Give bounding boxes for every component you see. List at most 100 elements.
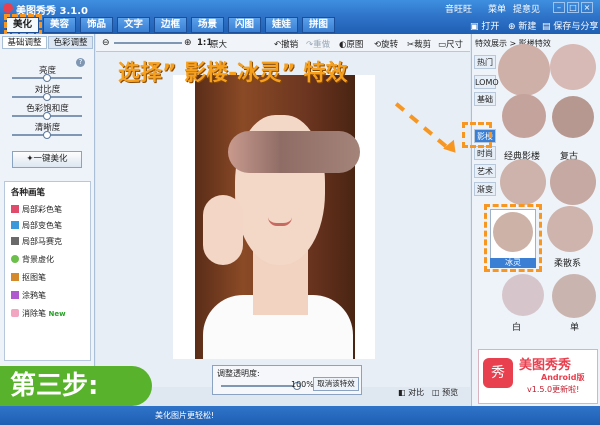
cancel-effect-button[interactable]: 取消该特效: [313, 377, 359, 391]
tab-doll[interactable]: 娃娃: [265, 17, 298, 33]
subtab-color[interactable]: 色彩调整: [48, 36, 93, 49]
undo-button[interactable]: ↶撤销: [274, 38, 298, 50]
tab-scene[interactable]: 场景: [191, 17, 224, 33]
category-art[interactable]: 艺术: [474, 164, 496, 178]
ad-subtitle: Android版: [541, 373, 585, 382]
account-link[interactable]: 音旺旺: [445, 2, 472, 15]
zoom-slider[interactable]: [114, 42, 182, 44]
brush-item[interactable]: 背景虚化: [11, 254, 54, 265]
status-tip: 美化图片更轻松!: [155, 411, 215, 420]
tab-beauty[interactable]: 美容: [43, 17, 76, 33]
category-gradient[interactable]: 渐变: [474, 182, 496, 196]
category-fashion[interactable]: 时尚: [474, 146, 496, 160]
compare-button[interactable]: ◧ 对比: [398, 387, 424, 398]
tab-collage[interactable]: 拼图: [302, 17, 335, 33]
preview-label: 预览: [442, 388, 459, 397]
effect-thumb: [493, 212, 533, 252]
resize-icon: ▭: [438, 40, 447, 50]
brush-label: 局部变色笔: [22, 221, 62, 230]
effect-thumb[interactable]: [552, 96, 594, 138]
opacity-slider[interactable]: [221, 382, 301, 390]
tab-text[interactable]: 文字: [117, 17, 150, 33]
size-button[interactable]: ▭尺寸: [438, 38, 463, 50]
close-icon[interactable]: ×: [581, 2, 593, 13]
original-size-button[interactable]: 原大: [210, 38, 227, 50]
category-lomo[interactable]: LOMO: [474, 75, 499, 89]
opacity-panel: 调整透明度: 100% 取消该特效: [212, 365, 362, 395]
slider-knob[interactable]: [43, 131, 51, 139]
opacity-label: 调整透明度:: [217, 369, 260, 378]
new-badge: New: [48, 310, 66, 318]
redo-button[interactable]: ↷重做: [306, 38, 330, 50]
info-icon[interactable]: ?: [76, 58, 85, 67]
edited-photo: [173, 75, 375, 359]
effect-thumb[interactable]: [500, 159, 546, 205]
eraser-icon: [11, 309, 19, 317]
preview-button[interactable]: ◫ 预览: [432, 387, 458, 398]
size-label: 尺寸: [446, 40, 464, 50]
brush-item[interactable]: 消除笔 New: [11, 308, 66, 319]
effect-label-ice: 冰灵: [490, 258, 536, 268]
rotate-button[interactable]: ⟲旋转: [374, 38, 398, 50]
subtab-basic[interactable]: 基础调整: [2, 36, 47, 49]
saturation-slider[interactable]: [12, 112, 82, 120]
doodle-pen-icon: [11, 291, 19, 299]
step-banner: 第三步:: [0, 366, 152, 406]
brush-item[interactable]: 局部马赛克: [11, 236, 62, 247]
brush-label: 涂鸦笔: [22, 291, 46, 300]
contrast-slider[interactable]: [12, 93, 82, 101]
effect-thumb[interactable]: [552, 274, 596, 318]
brush-label: 背景虚化: [22, 255, 54, 264]
main-tab-bar: 美化 美容 饰品 文字 边框 场景 闪图 娃娃 拼图 ▣ 打开 ⊕ 新建 ▤ 保…: [0, 16, 600, 34]
slider-knob[interactable]: [43, 74, 51, 82]
effect-thumb[interactable]: [502, 274, 544, 316]
brush-item[interactable]: 局部彩色笔: [11, 204, 62, 215]
brightness-slider[interactable]: [12, 74, 82, 82]
slider-knob[interactable]: [43, 93, 51, 101]
open-label: 打开: [481, 22, 500, 32]
minimize-icon[interactable]: –: [553, 2, 565, 13]
category-basic[interactable]: 基础: [474, 92, 496, 106]
effects-panel: 特效展示 > 影楼特效 热门 LOMO 基础 影楼 时尚 艺术 渐变 经典影楼 …: [471, 34, 600, 406]
menu-button[interactable]: 菜单: [488, 2, 506, 15]
brush-list: 各种画笔 局部彩色笔 局部变色笔 局部马赛克 背景虚化 抠图笔 涂鸦笔 消除笔 …: [4, 181, 91, 361]
effect-thumb[interactable]: [547, 206, 593, 252]
tab-accessories[interactable]: 饰品: [80, 17, 113, 33]
android-ad-banner[interactable]: 秀 美图秀秀 Android版 v1.5.0更新啦!: [478, 349, 598, 404]
title-bar: 美图秀秀 3.1.0 音旺旺 菜单 提意见 – □ ×: [0, 0, 600, 17]
one-key-label: 一键美化: [33, 154, 68, 164]
effect-thumb[interactable]: [498, 44, 550, 96]
effect-tile-ice[interactable]: [490, 209, 536, 259]
crop-button[interactable]: ✂裁剪: [407, 38, 431, 50]
effect-thumb[interactable]: [550, 159, 596, 205]
ad-title: 美图秀秀: [519, 358, 572, 373]
crop-label: 裁剪: [414, 40, 432, 50]
maximize-icon[interactable]: □: [567, 2, 579, 13]
tab-frame[interactable]: 边框: [154, 17, 187, 33]
compare-icon: ◧: [398, 388, 406, 397]
sharpness-slider[interactable]: [12, 131, 82, 139]
effect-thumb[interactable]: [502, 94, 546, 138]
brush-item[interactable]: 涂鸦笔: [11, 290, 46, 301]
effect-thumb[interactable]: [550, 44, 596, 90]
feedback-link[interactable]: 提意见: [513, 2, 540, 15]
zoom-in-icon[interactable]: ⊕: [184, 38, 192, 48]
zoom-out-icon[interactable]: ⊖: [102, 38, 110, 48]
brush-item[interactable]: 抠图笔: [11, 272, 46, 283]
tab-flash[interactable]: 闪图: [228, 17, 261, 33]
category-hot[interactable]: 热门: [474, 55, 496, 69]
undo-label: 撤销: [281, 40, 299, 50]
one-key-beautify-button[interactable]: ✦一键美化: [12, 151, 82, 168]
slider-knob[interactable]: [43, 112, 51, 120]
open-button[interactable]: ▣ 打开: [470, 19, 499, 32]
brush-label: 抠图笔: [22, 273, 46, 282]
original-image-button[interactable]: ◐原图: [339, 38, 363, 50]
brush-item[interactable]: 局部变色笔: [11, 220, 62, 231]
save-share-button[interactable]: ▤ 保存与分享: [542, 19, 598, 32]
compare-label: 对比: [408, 388, 425, 397]
new-label: 新建: [518, 22, 537, 32]
brush-label: 消除笔: [22, 309, 46, 318]
ad-version: v1.5.0更新啦!: [527, 385, 580, 394]
effect-label: 柔散系: [554, 259, 582, 269]
new-button[interactable]: ⊕ 新建: [508, 19, 536, 32]
